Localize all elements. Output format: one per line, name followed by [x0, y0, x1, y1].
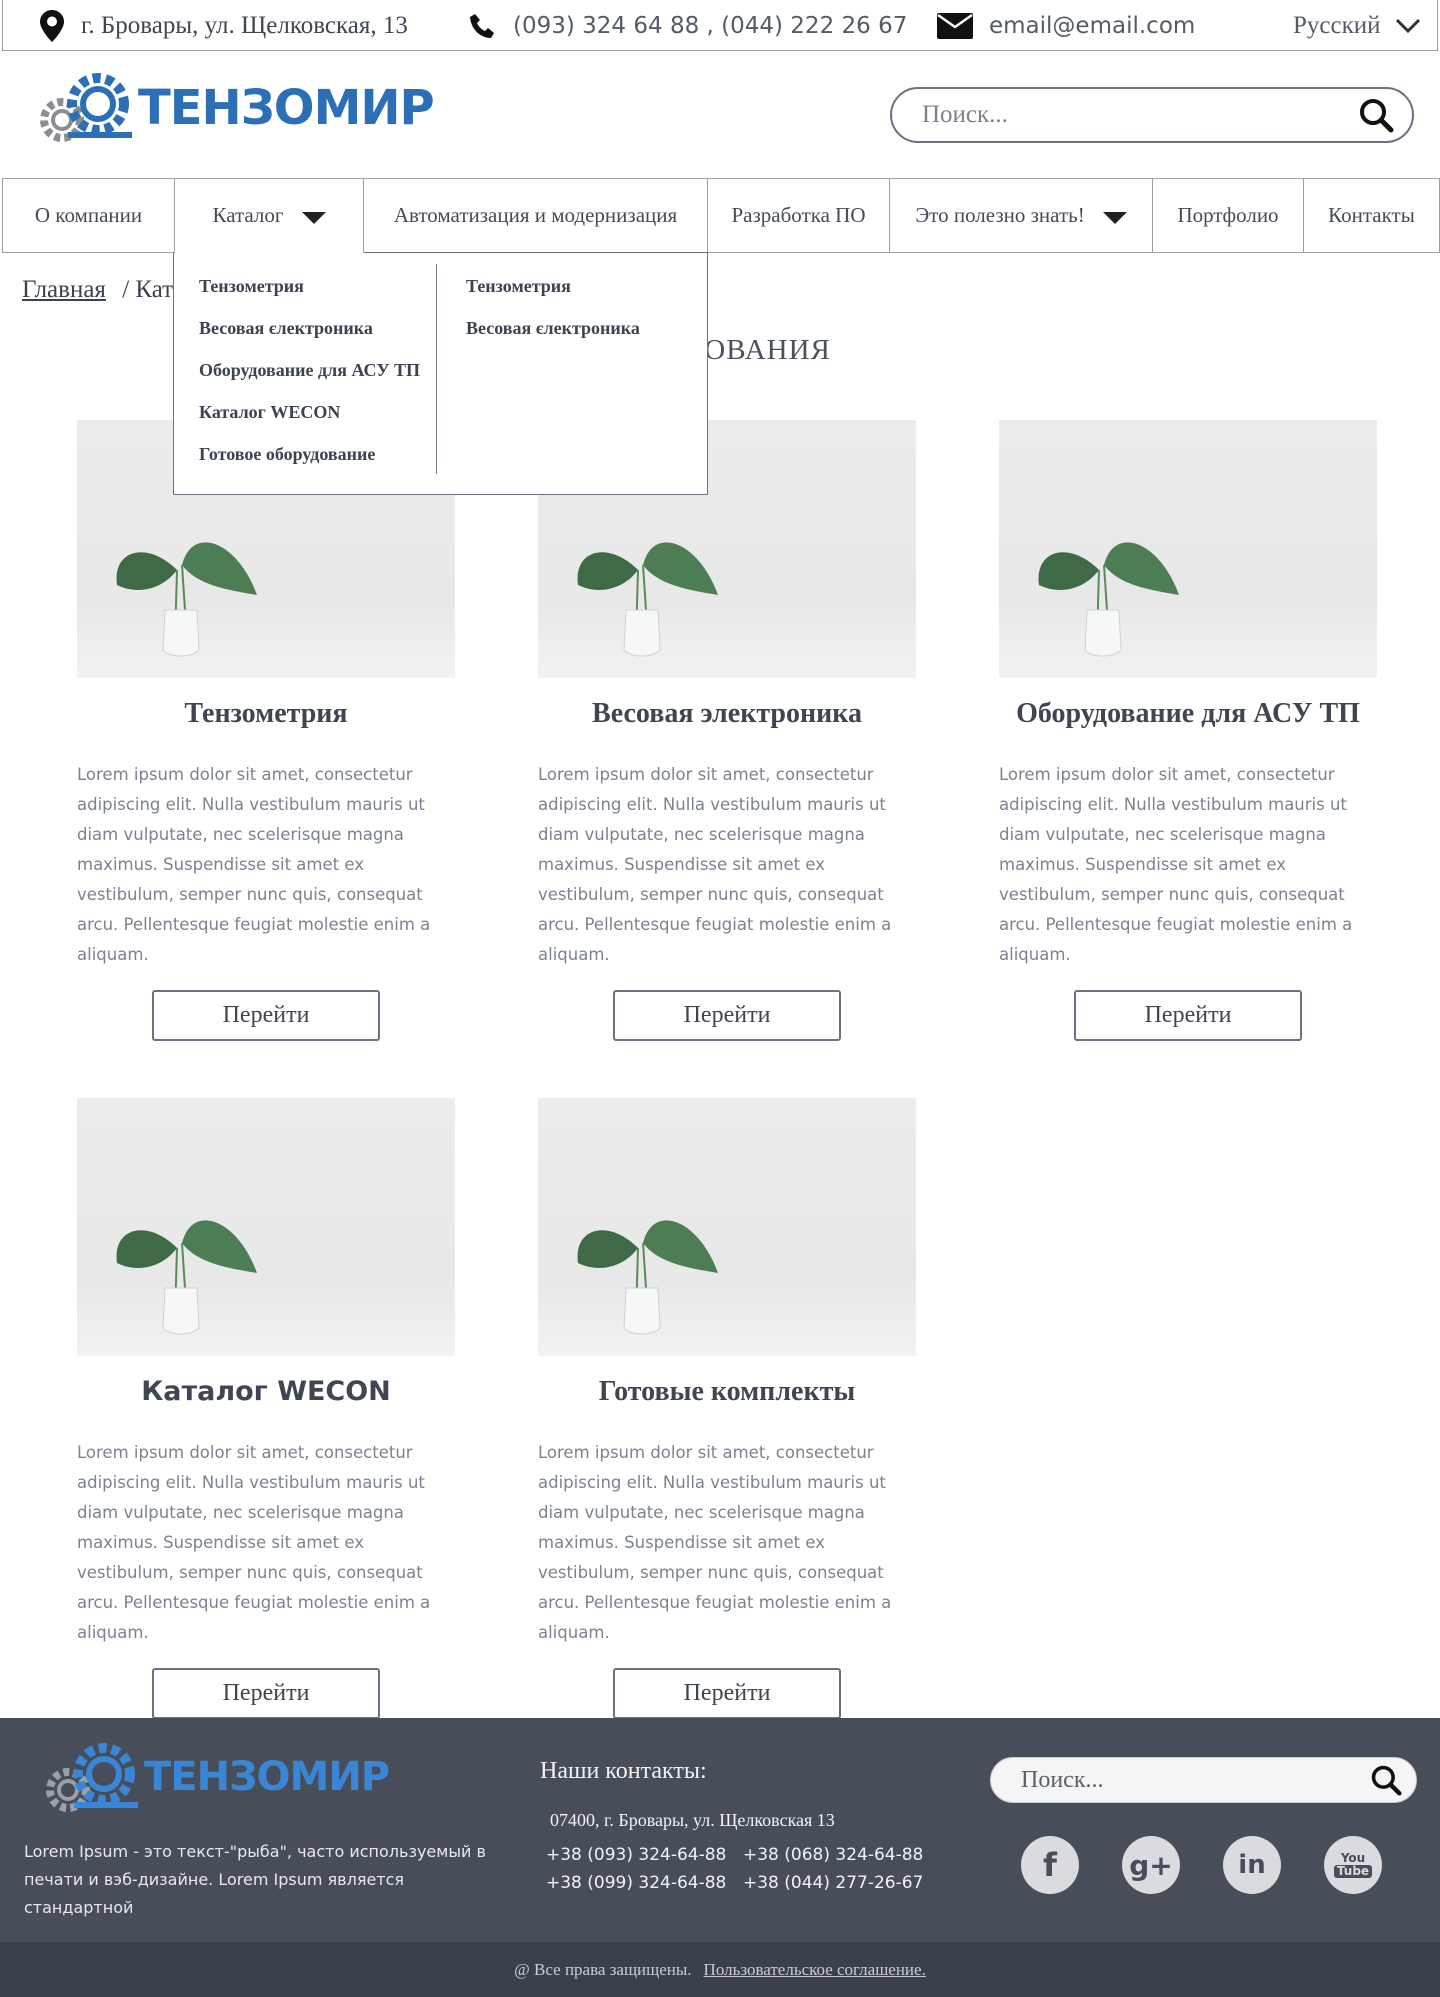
- go-button[interactable]: Перейти: [152, 1668, 380, 1719]
- go-button[interactable]: Перейти: [152, 990, 380, 1041]
- user-agreement-link[interactable]: Пользовательское соглашение.: [704, 1960, 926, 1980]
- nav-item-about[interactable]: О компании: [2, 178, 175, 253]
- nav-label: Это полезно знать!: [915, 203, 1085, 227]
- card-title: Оборудование для АСУ ТП: [1016, 698, 1360, 729]
- plant-vase-image-icon: [116, 1220, 257, 1335]
- card-description: Lorem ipsum dolor sit amet, consectetur …: [999, 765, 1353, 964]
- card-title: Готовые комплекты: [598, 1376, 856, 1407]
- card-image: [77, 1098, 455, 1356]
- facebook-icon[interactable]: f: [1021, 1836, 1079, 1894]
- footer-logo-text: ТЕНЗОМИР: [144, 1754, 390, 1800]
- nav-label: Разработка ПО: [731, 203, 866, 227]
- nav-label: Автоматизация и модернизация: [393, 203, 678, 227]
- footer-description: Lorem Ipsum - это текст-"рыба", часто ис…: [24, 1842, 486, 1917]
- youtube-icon[interactable]: You Tube: [1324, 1836, 1382, 1894]
- breadcrumb: Главная / Кат: [22, 276, 173, 304]
- card-image: [538, 1098, 916, 1356]
- go-button[interactable]: Перейти: [1074, 990, 1302, 1041]
- gear-logo-icon: [46, 1743, 138, 1812]
- phones-item: (093) 324 64 88 , (044) 222 26 67: [469, 0, 907, 51]
- card-description: Lorem ipsum dolor sit amet, consectetur …: [77, 765, 431, 964]
- logo[interactable]: ТЕНЗОМИР: [38, 72, 435, 144]
- nav-item-portfolio[interactable]: Портфолио: [1152, 178, 1304, 253]
- card-description: Lorem ipsum dolor sit amet, consectetur …: [538, 765, 892, 964]
- footer-phone[interactable]: +38 (044) 277-26-67: [743, 1873, 923, 1893]
- top-bar: г. Бровары, ул. Щелковская, 13 (093) 324…: [2, 0, 1438, 51]
- footer-phone[interactable]: +38 (099) 324-64-88: [546, 1873, 726, 1893]
- search-icon[interactable]: [1370, 1764, 1402, 1796]
- footer-search-input[interactable]: [1021, 1766, 1351, 1794]
- nav-label: Каталог: [212, 203, 284, 227]
- dropdown-item[interactable]: Готовое оборудование: [199, 433, 420, 475]
- breadcrumb-home-link[interactable]: Главная: [22, 276, 106, 303]
- phones-text[interactable]: (093) 324 64 88 , (044) 222 26 67: [513, 13, 907, 39]
- breadcrumb-separator: /: [122, 276, 130, 303]
- email-item: email@email.com: [937, 0, 1195, 51]
- category-card: Готовые комплекты Lorem ipsum dolor sit …: [538, 1098, 916, 1719]
- main-nav: О компании Каталог Автоматизация и модер…: [2, 178, 1440, 253]
- gear-logo-icon: [40, 73, 132, 142]
- card-title: Тензометрия: [184, 698, 348, 729]
- nav-label: Портфолио: [1177, 203, 1279, 227]
- nav-label: О компании: [34, 203, 143, 227]
- plant-vase-image-icon: [1038, 542, 1179, 657]
- header-search: [890, 87, 1414, 143]
- dropdown-item[interactable]: Тензометрия: [199, 265, 420, 307]
- category-card: Тензометрия Lorem ipsum dolor sit amet, …: [77, 420, 455, 1041]
- language-label: Русский: [1293, 11, 1381, 39]
- caret-down-icon: [1102, 211, 1127, 224]
- card-description: Lorem ipsum dolor sit amet, consectetur …: [538, 1443, 892, 1642]
- google-plus-icon[interactable]: g+: [1122, 1836, 1180, 1894]
- chevron-down-icon: [1395, 18, 1420, 33]
- dropdown-column-2: Тензометрия Весовая єлектроника: [466, 265, 640, 349]
- nav-label: Контакты: [1328, 203, 1415, 227]
- address-text: г. Бровары, ул. Щелковская, 13: [81, 11, 408, 39]
- category-card: Весовая электроника Lorem ipsum dolor si…: [538, 420, 916, 1041]
- plant-vase-image-icon: [577, 1220, 718, 1335]
- language-select[interactable]: Русский: [1293, 0, 1421, 51]
- card-title: Весовая электроника: [592, 698, 862, 729]
- dropdown-column-1: Тензометрия Весовая єлектроника Оборудов…: [199, 265, 420, 475]
- nav-item-useful[interactable]: Это полезно знать!: [889, 178, 1153, 253]
- dropdown-item[interactable]: Оборудование для АСУ ТП: [199, 349, 420, 391]
- go-button[interactable]: Перейти: [613, 1668, 841, 1719]
- nav-item-contacts[interactable]: Контакты: [1303, 178, 1440, 253]
- card-description: Lorem ipsum dolor sit amet, consectetur …: [77, 1443, 431, 1642]
- footer-phone[interactable]: +38 (068) 324-64-88: [743, 1845, 923, 1865]
- catalog-dropdown: Тензометрия Весовая єлектроника Оборудов…: [173, 252, 708, 495]
- copyright-text: @ Все права защищены.: [514, 1959, 692, 1979]
- dropdown-item[interactable]: Весовая єлектроника: [466, 307, 640, 349]
- breadcrumb-current: Кат: [135, 276, 174, 303]
- footer-logo[interactable]: ТЕНЗОМИР: [44, 1742, 390, 1814]
- footer-bottom-bar: @ Все права защищены. Пользовательское с…: [0, 1942, 1440, 1997]
- logo-text: ТЕНЗОМИР: [138, 80, 435, 136]
- footer-address: 07400, г. Бровары, ул. Щелковская 13: [550, 1810, 835, 1830]
- search-input[interactable]: [922, 101, 1322, 129]
- card-title: Каталог WECON: [141, 1376, 391, 1407]
- category-card: Каталог WECON Lorem ipsum dolor sit amet…: [77, 1098, 455, 1719]
- plant-vase-image-icon: [116, 542, 257, 657]
- footer-contacts-title: Наши контакты:: [540, 1758, 707, 1784]
- dropdown-item[interactable]: Весовая єлектроника: [199, 307, 420, 349]
- nav-item-automation[interactable]: Автоматизация и модернизация: [363, 178, 708, 253]
- email-text[interactable]: email@email.com: [989, 13, 1195, 39]
- envelope-icon: [937, 12, 973, 39]
- footer-search: [990, 1757, 1417, 1803]
- phone-icon: [470, 13, 494, 38]
- category-card: Оборудование для АСУ ТП Lorem ipsum dolo…: [999, 420, 1377, 1041]
- caret-down-icon: [301, 211, 326, 224]
- address-item: г. Бровары, ул. Щелковская, 13: [39, 0, 408, 51]
- dropdown-divider: [436, 264, 437, 474]
- plant-vase-image-icon: [577, 542, 718, 657]
- card-image: [999, 420, 1377, 678]
- linkedin-icon[interactable]: in: [1223, 1836, 1281, 1894]
- location-pin-icon: [40, 9, 64, 42]
- search-icon[interactable]: [1358, 97, 1394, 133]
- go-button[interactable]: Перейти: [613, 990, 841, 1041]
- dropdown-item[interactable]: Тензометрия: [466, 265, 640, 307]
- footer-phone[interactable]: +38 (093) 324-64-88: [546, 1845, 726, 1865]
- nav-item-catalog[interactable]: Каталог: [174, 178, 364, 253]
- nav-item-software[interactable]: Разработка ПО: [707, 178, 890, 253]
- dropdown-item[interactable]: Каталог WECON: [199, 391, 420, 433]
